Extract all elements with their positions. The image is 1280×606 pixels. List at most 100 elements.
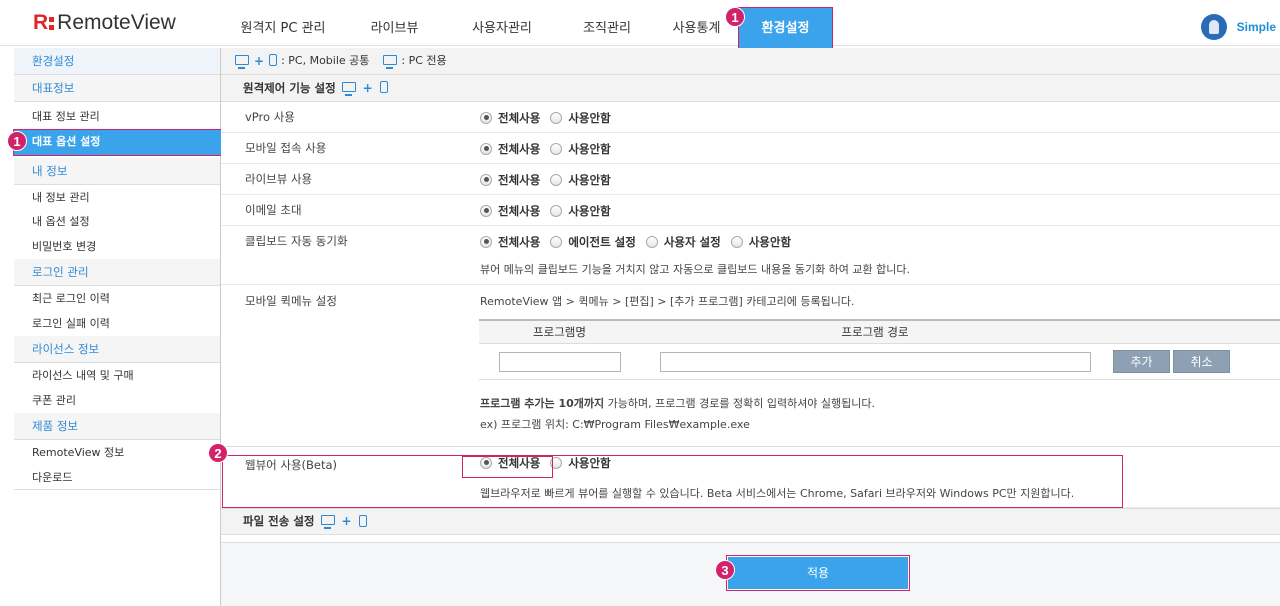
setting-label: 모바일 접속 사용 [245, 141, 327, 155]
radio-group: 전체사용 사용안함 [480, 195, 611, 226]
sidebar-item-download[interactable]: 다운로드 [14, 466, 220, 490]
program-table: 프로그램명 프로그램 경로 추가 취소 [479, 319, 1280, 382]
radio-not-use[interactable]: 사용안함 [550, 203, 611, 219]
step-marker-1-side: 1 [7, 131, 27, 151]
radio-all-use[interactable]: 전체사용 [480, 203, 540, 219]
radio-unchecked-icon [550, 173, 563, 186]
radio-checked-icon [480, 235, 492, 248]
apply-button[interactable]: 적용 [726, 555, 910, 591]
radio-not-use[interactable]: 사용안함 [550, 141, 611, 157]
sidebar-item-rep-options[interactable]: 대표 옵션 설정 [13, 128, 222, 156]
sidebar-section-license[interactable]: 라이선스 정보 [14, 336, 220, 363]
settings-content: + : PC, Mobile 공통 : PC 전용 원격제어 기능 설정 + v… [221, 48, 1280, 606]
program-name-input[interactable] [498, 351, 621, 372]
radio-label: 사용안함 [568, 203, 611, 218]
radio-all-use[interactable]: 전체사용 [480, 172, 540, 188]
radio-label: 에이전트 설정 [568, 234, 636, 249]
monitor-icon [320, 515, 335, 529]
radio-not-use[interactable]: 사용안함 [730, 234, 792, 250]
radio-all-use[interactable]: 전체사용 [480, 110, 540, 126]
sidebar-item-recent-login[interactable]: 최근 로그인 이력 [14, 287, 220, 312]
setting-label: 클립보드 자동 동기화 [245, 234, 348, 248]
radio-label: 사용안함 [748, 234, 792, 249]
step-marker-1-top: 1 [725, 7, 745, 27]
sidebar-item-login-fail[interactable]: 로그인 실패 이력 [14, 312, 220, 337]
sidebar-section-login[interactable]: 로그인 관리 [14, 259, 220, 286]
plus-icon: + [362, 80, 373, 95]
radio-not-use[interactable]: 사용안함 [550, 110, 611, 126]
radio-unchecked-icon [550, 111, 563, 124]
sidebar-item-my-options[interactable]: 내 옵션 설정 [14, 210, 220, 235]
menu-statistics[interactable]: 사용통계 [657, 0, 736, 46]
setting-row-mobile-quickmenu: 모바일 퀵메뉴 설정 RemoteView 앱 > 퀵메뉴 > [편집] > [… [221, 285, 1280, 447]
radio-label: 전체사용 [498, 110, 541, 125]
logo-dots [49, 15, 55, 31]
setting-row-clipboard-sync: 클립보드 자동 동기화 전체사용 에이전트 설정 사용자 설정 사용안함 뷰어 … [221, 226, 1280, 285]
cancel-program-button[interactable]: 취소 [1173, 350, 1230, 373]
menu-organization[interactable]: 조직관리 [557, 0, 657, 46]
radio-checked-icon [480, 204, 492, 217]
radio-checked-icon [480, 111, 492, 124]
mobile-icon [269, 54, 278, 66]
user-name: Simple [1236, 20, 1276, 34]
avatar [1200, 14, 1227, 40]
radio-unchecked-icon [645, 235, 658, 248]
radio-not-use[interactable]: 사용안함 [550, 172, 611, 188]
step-marker-3: 3 [715, 560, 735, 580]
program-limit-rest: 가능하며, 프로그램 경로를 정확히 입력하셔야 실행됩니다. [604, 397, 876, 410]
menu-user-management[interactable]: 사용자관리 [447, 0, 557, 46]
setting-label: 모바일 퀵메뉴 설정 [245, 294, 337, 308]
program-table-row: 추가 취소 [479, 344, 1280, 380]
setting-row-mobile-access: 모바일 접속 사용 전체사용 사용안함 [221, 133, 1280, 164]
radio-unchecked-icon [550, 204, 563, 217]
radio-user-setting[interactable]: 사용자 설정 [645, 234, 721, 250]
top-navigation-bar: R RemoteView 원격지 PC 관리 라이브뷰 사용자관리 조직관리 사… [0, 0, 1280, 51]
setting-label: 라이브뷰 사용 [245, 172, 313, 186]
remoteview-logo[interactable]: R RemoteView [33, 11, 176, 35]
radio-group: 전체사용 에이전트 설정 사용자 설정 사용안함 [480, 226, 791, 257]
radio-all-use[interactable]: 전체사용 [480, 234, 540, 250]
monitor-icon [383, 54, 398, 69]
setting-row-vpro: vPro 사용 전체사용 사용안함 [221, 102, 1280, 133]
legend-pc-text: : PC 전용 [401, 54, 447, 67]
sidebar-item-my-info[interactable]: 내 정보 관리 [14, 186, 220, 211]
sidebar-item-password[interactable]: 비밀번호 변경 [14, 235, 220, 260]
plus-icon: + [254, 54, 265, 68]
menu-liveview[interactable]: 라이브뷰 [342, 0, 447, 46]
legend-common-text: : PC, Mobile 공통 [281, 54, 370, 67]
program-path-input[interactable] [659, 351, 1091, 372]
add-program-button[interactable]: 추가 [1113, 350, 1170, 373]
sidebar-section-my-info[interactable]: 내 정보 [14, 157, 220, 185]
sidebar-item-license-purchase[interactable]: 라이선스 내역 및 구매 [14, 364, 220, 389]
radio-unchecked-icon [730, 235, 743, 248]
clipboard-description: 뷰어 메뉴의 클립보드 기능을 거치지 않고 자동으로 클립보드 내용을 동기화… [480, 263, 911, 276]
radio-label: 전체사용 [498, 172, 541, 187]
sidebar-item-coupon[interactable]: 쿠폰 관리 [14, 389, 220, 414]
program-limit-bold: 프로그램 추가는 10개까지 [480, 397, 605, 410]
menu-settings[interactable]: 환경설정 [738, 7, 833, 51]
sidebar: 환경설정 대표정보 대표 정보 관리 대표 옵션 설정 내 정보 내 정보 관리… [13, 48, 222, 606]
sidebar-section-representative[interactable]: 대표정보 [14, 75, 220, 102]
radio-checked-icon [480, 142, 492, 155]
sidebar-section-product[interactable]: 제품 정보 [14, 413, 220, 440]
sidebar-item-rep-info[interactable]: 대표 정보 관리 [14, 105, 220, 130]
col-program-path: 프로그램 경로 [841, 325, 909, 339]
sidebar-item-product-info[interactable]: RemoteView 정보 [14, 441, 220, 466]
radio-all-use[interactable]: 전체사용 [480, 141, 540, 157]
radio-group: 전체사용 사용안함 [480, 102, 611, 133]
remote-control-section-title: 원격제어 기능 설정 + [221, 75, 1280, 102]
logo-text: RemoteView [57, 11, 176, 34]
radio-label: 사용자 설정 [663, 234, 721, 249]
plus-icon: + [341, 514, 352, 528]
sidebar-heading[interactable]: 환경설정 [14, 48, 220, 75]
user-menu[interactable]: Simple [1200, 14, 1276, 40]
setting-row-liveview: 라이브뷰 사용 전체사용 사용안함 [221, 164, 1280, 195]
step-marker-2: 2 [208, 443, 228, 463]
monitor-icon [341, 81, 356, 96]
radio-agent-setting[interactable]: 에이전트 설정 [550, 234, 636, 250]
setting-label: 이메일 초대 [245, 203, 302, 217]
menu-remote-pc[interactable]: 원격지 PC 관리 [224, 0, 342, 46]
col-actions [1110, 321, 1280, 343]
program-table-header: 프로그램명 프로그램 경로 [479, 321, 1280, 344]
logo-mark: R [33, 11, 48, 34]
